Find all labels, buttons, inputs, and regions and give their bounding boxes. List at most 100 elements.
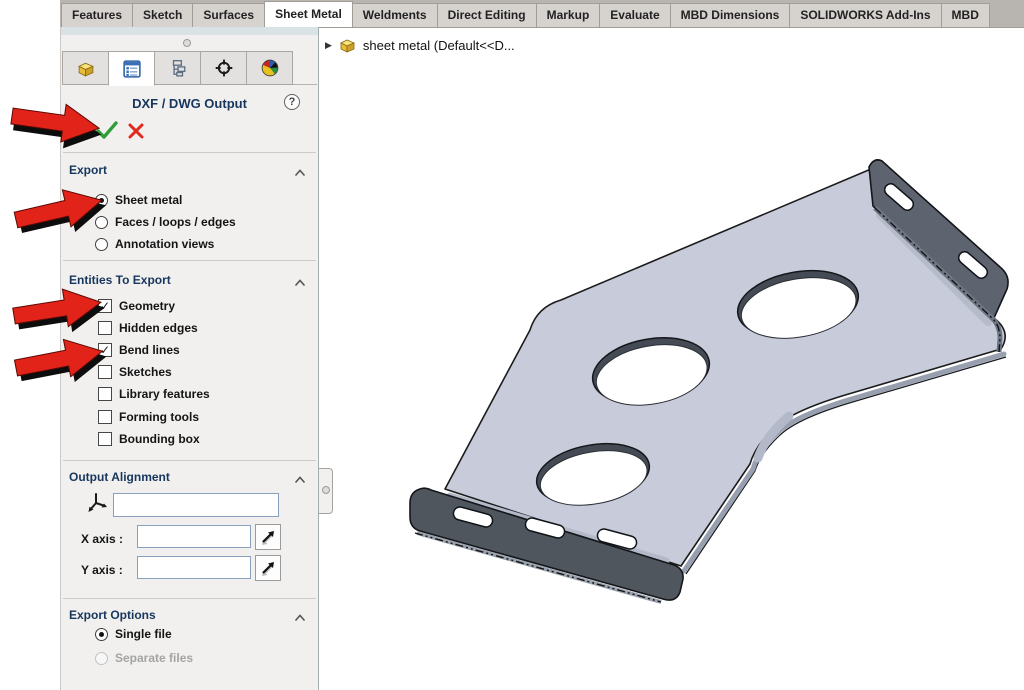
- solidworks-window: Features Sketch Surfaces Sheet Metal Wel…: [0, 0, 1024, 690]
- y-axis-label: Y axis :: [81, 563, 123, 577]
- tab-surfaces[interactable]: Surfaces: [192, 3, 265, 27]
- property-manager-icon: [123, 60, 141, 78]
- checkbox-row-library-features[interactable]: Library features: [98, 386, 210, 402]
- panel-flyout-handle[interactable]: [319, 468, 333, 514]
- checkbox-unchecked[interactable]: [98, 387, 112, 401]
- checkbox-label: Forming tools: [119, 410, 199, 424]
- x-axis-label: X axis :: [81, 532, 123, 546]
- y-axis-reverse-button[interactable]: [255, 555, 281, 581]
- collapse-chevron-icon[interactable]: [294, 473, 306, 487]
- collapse-chevron-icon[interactable]: [294, 166, 306, 180]
- checkbox-label: Sketches: [119, 365, 172, 379]
- checkbox-label: Hidden edges: [119, 321, 198, 335]
- feature-tree-label[interactable]: sheet metal (Default<<D...: [363, 38, 515, 53]
- panel-title: DXF / DWG Output: [61, 96, 318, 111]
- tab-solidworks-add-ins[interactable]: SOLIDWORKS Add-Ins: [789, 3, 941, 27]
- expand-arrow-icon[interactable]: ▶: [325, 40, 332, 51]
- checkbox-row-sketches[interactable]: Sketches: [98, 364, 172, 380]
- tab-evaluate[interactable]: Evaluate: [599, 3, 670, 27]
- separator: [63, 152, 316, 153]
- tab-weldments[interactable]: Weldments: [352, 3, 438, 27]
- radio-unselected[interactable]: [95, 238, 108, 251]
- tab-direct-editing[interactable]: Direct Editing: [437, 3, 537, 27]
- tab-sketch[interactable]: Sketch: [132, 3, 193, 27]
- separator: [63, 260, 316, 261]
- radio-label: Faces / loops / edges: [115, 215, 236, 229]
- property-manager-panel: DXF / DWG Output ? Export Sheet metal: [60, 27, 319, 690]
- command-manager-tab-bar: Features Sketch Surfaces Sheet Metal Wel…: [60, 0, 1024, 28]
- help-icon[interactable]: ?: [284, 94, 300, 110]
- x-axis-input[interactable]: [137, 525, 251, 548]
- checkbox-row-forming-tools[interactable]: Forming tools: [98, 409, 199, 425]
- x-axis-reverse-button[interactable]: [255, 524, 281, 550]
- tab-mbd[interactable]: MBD: [941, 3, 990, 27]
- radio-selected[interactable]: [95, 194, 108, 207]
- radio-row-sheet-metal[interactable]: Sheet metal: [95, 192, 182, 208]
- feature-manager-tab[interactable]: [62, 51, 109, 85]
- radio-dot: [99, 198, 104, 203]
- checkbox-label: Bend lines: [119, 343, 180, 357]
- tab-sheet-metal[interactable]: Sheet Metal: [264, 1, 353, 27]
- checkbox-unchecked[interactable]: [98, 432, 112, 446]
- cancel-button[interactable]: [127, 122, 145, 140]
- tab-features[interactable]: Features: [61, 3, 133, 27]
- alignment-header-label: Output Alignment: [69, 470, 170, 484]
- checkbox-unchecked[interactable]: [98, 321, 112, 335]
- coordinate-system-icon: [86, 490, 108, 514]
- entities-section-header: Entities To Export: [69, 273, 308, 289]
- alignment-section-header: Output Alignment: [69, 470, 308, 486]
- graphics-viewport[interactable]: [320, 28, 1024, 690]
- coordinate-system-input[interactable]: [113, 493, 279, 517]
- radio-row-annotation-views[interactable]: Annotation views: [95, 236, 214, 252]
- collapse-chevron-icon[interactable]: [294, 276, 306, 290]
- radio-unselected[interactable]: [95, 216, 108, 229]
- radio-label: Annotation views: [115, 237, 214, 251]
- dimxpert-manager-tab[interactable]: [200, 51, 247, 85]
- collapse-chevron-icon[interactable]: [294, 611, 306, 625]
- feature-tree-flyout: ▶ sheet metal (Default<<D...: [325, 37, 515, 53]
- reverse-direction-icon: [258, 558, 278, 578]
- checkbox-row-bend-lines[interactable]: ✓ Bend lines: [98, 342, 180, 358]
- panel-splitter-handle[interactable]: [183, 39, 191, 47]
- display-manager-tab[interactable]: [246, 51, 293, 85]
- tab-mbd-dimensions[interactable]: MBD Dimensions: [670, 3, 791, 27]
- property-manager-tab[interactable]: [108, 51, 155, 86]
- radio-row-separate-files: Separate files: [95, 650, 193, 666]
- checkbox-row-hidden-edges[interactable]: Hidden edges: [98, 320, 198, 336]
- checkbox-label: Library features: [119, 387, 210, 401]
- radio-disabled: [95, 652, 108, 665]
- radio-dot: [99, 632, 104, 637]
- checkbox-unchecked[interactable]: [98, 365, 112, 379]
- checkbox-row-bounding-box[interactable]: Bounding box: [98, 431, 200, 447]
- dimxpert-target-icon: [215, 59, 233, 77]
- separator: [63, 460, 316, 461]
- entities-header-label: Entities To Export: [69, 273, 171, 287]
- radio-row-single-file[interactable]: Single file: [95, 626, 172, 642]
- checkbox-row-geometry[interactable]: ✓ Geometry: [98, 298, 175, 314]
- export-options-section-header: Export Options: [69, 608, 308, 624]
- configuration-manager-icon: [169, 59, 187, 77]
- separator: [63, 598, 316, 599]
- panel-top-strip: [61, 27, 318, 35]
- ok-check-icon: [95, 119, 119, 141]
- radio-label: Sheet metal: [115, 193, 182, 207]
- checkbox-checked[interactable]: ✓: [98, 299, 112, 313]
- y-axis-input[interactable]: [137, 556, 251, 579]
- checkbox-checked[interactable]: ✓: [98, 343, 112, 357]
- checkbox-unchecked[interactable]: [98, 410, 112, 424]
- manager-tab-row: [63, 51, 317, 85]
- flyout-dot: [322, 486, 330, 494]
- ok-button[interactable]: [95, 119, 119, 141]
- tab-markup[interactable]: Markup: [536, 3, 601, 27]
- export-section-header: Export: [69, 163, 308, 179]
- radio-selected[interactable]: [95, 628, 108, 641]
- reverse-direction-icon: [258, 527, 278, 547]
- radio-row-faces-loops-edges[interactable]: Faces / loops / edges: [95, 214, 236, 230]
- part-icon: [77, 60, 95, 77]
- configuration-manager-tab[interactable]: [154, 51, 201, 85]
- cancel-x-icon: [127, 122, 145, 140]
- export-header-label: Export: [69, 163, 107, 177]
- display-manager-icon: [261, 59, 279, 77]
- part-icon: [339, 37, 356, 53]
- radio-label: Single file: [115, 627, 172, 641]
